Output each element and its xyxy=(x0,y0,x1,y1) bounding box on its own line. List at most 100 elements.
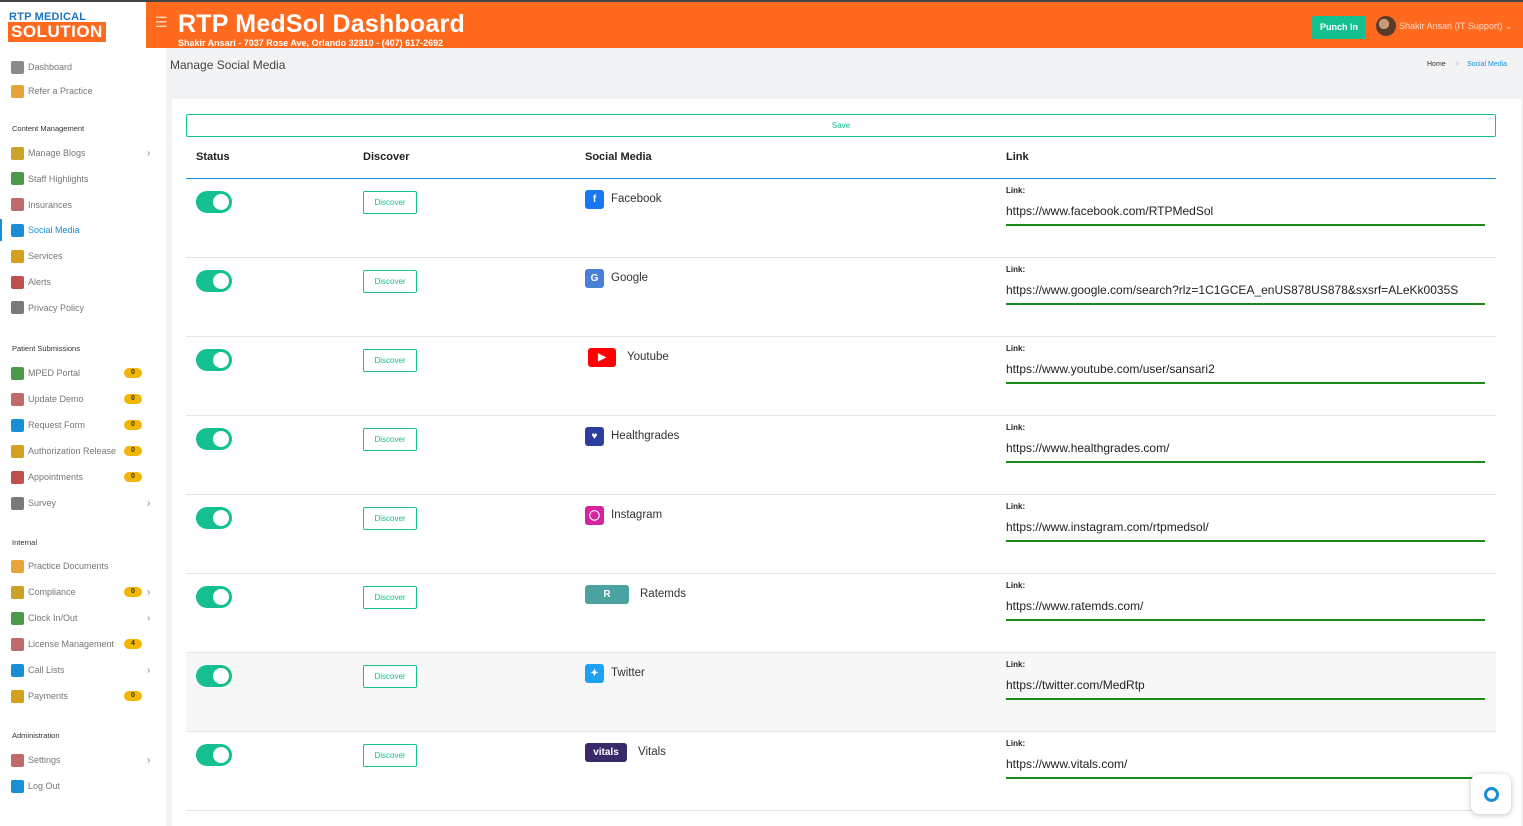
sidebar-item-appointments[interactable]: Appointments 0 xyxy=(0,466,166,488)
status-toggle[interactable] xyxy=(196,349,232,371)
link-label: Link: xyxy=(1006,344,1026,353)
status-toggle[interactable] xyxy=(196,744,232,766)
count-badge: 0 xyxy=(124,691,142,701)
dashboard-icon xyxy=(11,60,24,74)
sidebar-item-update-demo[interactable]: Update Demo 0 xyxy=(0,388,166,410)
practice-documents-icon xyxy=(11,559,24,573)
sidebar-item-license-management[interactable]: License Management 4 xyxy=(0,633,166,655)
link-input[interactable]: https://www.vitals.com/ xyxy=(1006,754,1485,779)
sidebar-item-mped-portal[interactable]: MPED Portal 0 xyxy=(0,362,166,384)
link-input[interactable]: https://www.google.com/search?rlz=1C1GCE… xyxy=(1006,280,1485,305)
sidebar-item-survey[interactable]: Survey › xyxy=(0,492,166,514)
user-avatar[interactable] xyxy=(1376,16,1396,36)
count-badge: 0 xyxy=(124,446,142,456)
table-row: Discover ◯ Instagram Link: https://www.i… xyxy=(186,495,1496,574)
staff-icon xyxy=(11,172,24,186)
discover-button[interactable]: Discover xyxy=(363,744,417,767)
social-media-name: Youtube xyxy=(627,351,669,363)
chevron-right-icon: › xyxy=(147,147,151,159)
sidebar-item-request-form[interactable]: Request Form 0 xyxy=(0,414,166,436)
breadcrumb-home[interactable]: Home xyxy=(1427,61,1446,68)
sidebar-item-practice-documents[interactable]: Practice Documents xyxy=(0,555,166,577)
sidebar-item-label: Survey xyxy=(28,498,57,508)
sidebar-item-insurances[interactable]: Insurances xyxy=(0,194,166,216)
discover-button[interactable]: Discover xyxy=(363,586,417,609)
social-media-name: Ratemds xyxy=(640,588,687,600)
sidebar-item-authorization-release[interactable]: Authorization Release 0 xyxy=(0,440,166,462)
chevron-right-icon: › xyxy=(147,612,151,624)
table-row: Discover ♥ Healthgrades Link: https://ww… xyxy=(186,416,1496,495)
status-toggle[interactable] xyxy=(196,428,232,450)
link-input[interactable]: https://www.facebook.com/RTPMedSol xyxy=(1006,201,1485,226)
discover-button[interactable]: Discover xyxy=(363,191,417,214)
status-toggle[interactable] xyxy=(196,270,232,292)
sidebar-item-services[interactable]: Services xyxy=(0,245,166,267)
discover-button[interactable]: Discover xyxy=(363,665,417,688)
sidebar-item-compliance[interactable]: Compliance 0 › xyxy=(0,581,166,603)
services-icon xyxy=(11,249,24,263)
sidebar-item-label: Insurances xyxy=(28,199,73,210)
user-menu[interactable]: Shakir Ansari (IT Support) ⌄ xyxy=(1399,21,1512,32)
discover-button[interactable]: Discover xyxy=(363,507,417,530)
link-label: Link: xyxy=(1006,186,1026,195)
hamburger-menu-icon[interactable]: ☰ xyxy=(155,14,168,31)
link-label: Link: xyxy=(1006,581,1026,590)
sidebar-section-title: Patient Submissions xyxy=(12,344,80,353)
column-header-social-media: Social Media xyxy=(585,151,652,163)
sidebar-item-log-out[interactable]: Log Out xyxy=(0,775,166,797)
social-media-name: Instagram xyxy=(611,509,663,521)
sidebar-item-payments[interactable]: Payments 0 xyxy=(0,685,166,707)
discover-button[interactable]: Discover xyxy=(363,349,417,372)
sidebar-item-social-media[interactable]: Social Media xyxy=(0,219,166,242)
log-out-icon xyxy=(11,779,24,793)
support-chat-button[interactable] xyxy=(1471,774,1511,814)
link-input[interactable]: https://twitter.com/MedRtp xyxy=(1006,675,1485,700)
sidebar-item-settings[interactable]: Settings › xyxy=(0,749,166,771)
link-label: Link: xyxy=(1006,739,1026,748)
user-name: Shakir Ansari (IT Support) xyxy=(1399,21,1503,31)
sidebar-item-label: Services xyxy=(28,251,63,262)
social-media-name: Twitter xyxy=(611,667,645,679)
sidebar-item-staff-highlights[interactable]: Staff Highlights xyxy=(0,168,166,190)
link-label: Link: xyxy=(1006,660,1026,669)
link-input[interactable]: https://www.healthgrades.com/ xyxy=(1006,438,1485,463)
punch-in-button[interactable]: Punch In xyxy=(1312,16,1366,39)
chevron-right-icon: › xyxy=(147,497,151,509)
save-button[interactable]: Save xyxy=(186,114,1496,137)
link-input[interactable]: https://www.instagram.com/rtpmedsol/ xyxy=(1006,517,1485,542)
logo[interactable]: RTP MEDICAL SOLUTION xyxy=(0,2,146,50)
sidebar-item-clock-in-out[interactable]: Clock In/Out › xyxy=(0,607,166,629)
sidebar-item-label: Alerts xyxy=(28,277,52,287)
payments-icon xyxy=(11,689,24,703)
insurance-icon xyxy=(11,198,24,212)
sidebar-item-manage-blogs[interactable]: Manage Blogs › xyxy=(0,142,166,164)
link-input[interactable]: https://www.youtube.com/user/sansari2 xyxy=(1006,359,1485,384)
sidebar-item-label: Dashboard xyxy=(28,62,73,72)
appointments-icon xyxy=(11,470,24,484)
sidebar-item-dashboard[interactable]: Dashboard xyxy=(0,56,166,78)
sidebar-item-alerts[interactable]: Alerts xyxy=(0,271,166,293)
status-toggle[interactable] xyxy=(196,507,232,529)
chevron-right-icon: › xyxy=(147,586,151,598)
sidebar-item-privacy-policy[interactable]: Privacy Policy xyxy=(0,297,166,319)
status-toggle[interactable] xyxy=(196,665,232,687)
status-toggle[interactable] xyxy=(196,586,232,608)
status-toggle[interactable] xyxy=(196,191,232,213)
chevron-down-icon: ⌄ xyxy=(1504,21,1513,31)
sidebar-item-label: License Management xyxy=(28,639,115,649)
count-badge: 4 xyxy=(124,639,142,649)
social-media-name: Vitals xyxy=(638,746,666,758)
sidebar-item-label: Log Out xyxy=(28,781,61,791)
top-header: RTP MEDICAL SOLUTION ☰ RTP MedSol Dashbo… xyxy=(0,0,1523,50)
count-badge: 0 xyxy=(124,472,142,482)
sidebar-item-call-lists[interactable]: Call Lists › xyxy=(0,659,166,681)
breadcrumb-separator-icon: › xyxy=(1456,59,1459,68)
link-label: Link: xyxy=(1006,502,1026,511)
discover-button[interactable]: Discover xyxy=(363,428,417,451)
sidebar-item-refer-a-practice[interactable]: Refer a Practice xyxy=(0,80,166,102)
sidebar xyxy=(0,48,166,826)
table-row: Discover f Facebook Link: https://www.fa… xyxy=(186,179,1496,258)
link-input[interactable]: https://www.ratemds.com/ xyxy=(1006,596,1485,621)
discover-button[interactable]: Discover xyxy=(363,270,417,293)
survey-icon xyxy=(11,496,24,510)
